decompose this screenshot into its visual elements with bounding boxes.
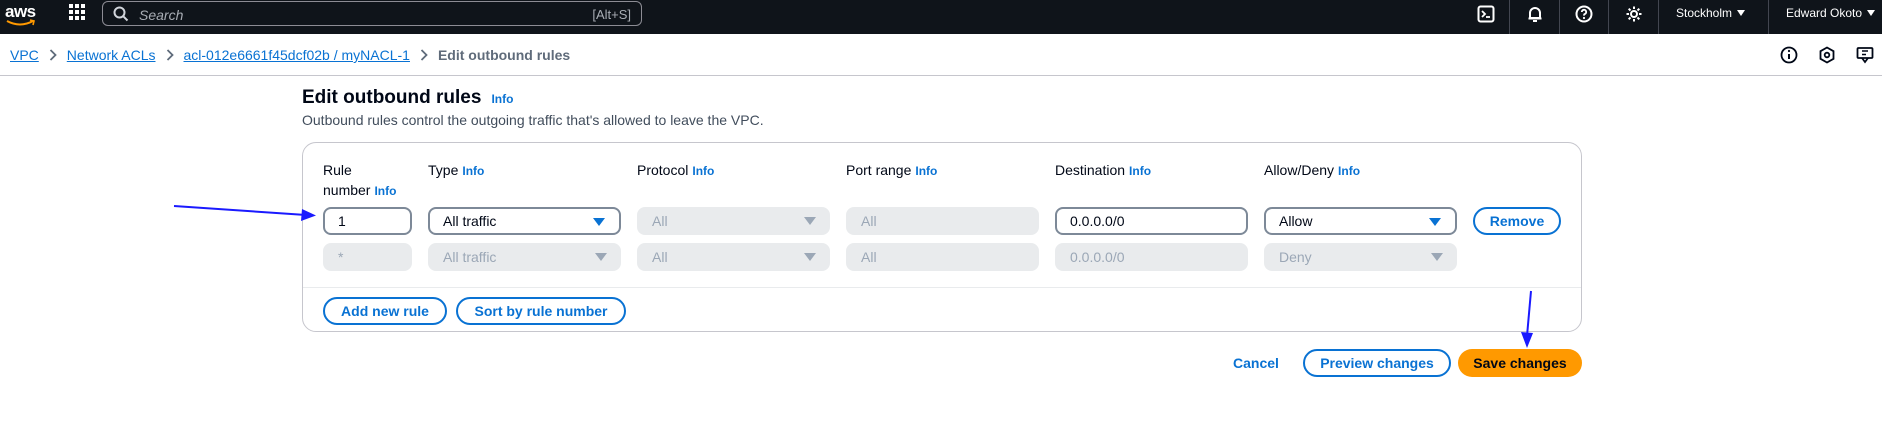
panel-divider: [303, 287, 1581, 288]
cancel-button[interactable]: Cancel: [1233, 355, 1279, 371]
default-type-select: All traffic: [428, 243, 621, 271]
allow-deny-select[interactable]: Allow: [1264, 207, 1457, 235]
region-selector[interactable]: Stockholm: [1676, 6, 1746, 20]
breadcrumb-network-acls[interactable]: Network ACLs: [67, 47, 156, 63]
protocol-select: All: [637, 207, 830, 235]
cloudshell-icon[interactable]: [1476, 4, 1496, 24]
destination-info-link[interactable]: Info: [1129, 164, 1151, 178]
header-allow-deny: Allow/Deny Info: [1264, 162, 1361, 178]
chevron-down-icon: [1867, 10, 1876, 16]
page-title-text: Edit outbound rules: [302, 87, 482, 108]
account-menu[interactable]: Edward Okoto: [1786, 6, 1876, 20]
save-changes-button[interactable]: Save changes: [1458, 349, 1582, 377]
default-allow-deny-select: Deny: [1264, 243, 1457, 271]
services-menu-icon[interactable]: [69, 4, 85, 20]
settings-gear-icon[interactable]: [1624, 4, 1644, 24]
breadcrumb: VPC Network ACLs acl-012e6661f45dcf02b /…: [10, 47, 570, 63]
notifications-bell-icon[interactable]: [1525, 4, 1545, 24]
rule-number-input[interactable]: 1: [323, 207, 412, 235]
port-range-input: All: [846, 207, 1039, 235]
caret-down-icon: [595, 253, 607, 261]
top-navigation: aws Search [Alt+S] Stockholm Edward Okot…: [0, 0, 1882, 34]
header-rule-number: Rule number Info: [323, 162, 397, 198]
header-type: Type Info: [428, 162, 485, 178]
caret-down-icon: [1431, 253, 1443, 261]
header-port-range: Port range Info: [846, 162, 938, 178]
breadcrumb-current: Edit outbound rules: [437, 47, 571, 63]
destination-input[interactable]: 0.0.0.0/0: [1055, 207, 1248, 235]
chevron-down-icon: [1737, 10, 1746, 16]
add-new-rule-button[interactable]: Add new rule: [323, 297, 447, 325]
header-destination: Destination Info: [1055, 162, 1152, 178]
rule-number-info-link[interactable]: Info: [374, 184, 396, 198]
feedback-icon[interactable]: [1856, 46, 1874, 64]
breadcrumb-bar: VPC Network ACLs acl-012e6661f45dcf02b /…: [0, 34, 1882, 76]
caret-down-icon: [1429, 218, 1441, 226]
caret-down-icon: [804, 217, 816, 225]
aws-logo[interactable]: aws: [5, 3, 39, 29]
search-input[interactable]: Search [Alt+S]: [102, 1, 642, 26]
sort-by-rule-number-button[interactable]: Sort by rule number: [456, 297, 626, 325]
account-user-name: Edward Okoto: [1786, 6, 1863, 20]
rules-panel: Rule number Info Type Info Protocol Info Po…: [302, 142, 1582, 332]
info-panel-icon[interactable]: [1780, 46, 1798, 64]
header-protocol: Protocol Info: [637, 162, 715, 178]
default-destination: 0.0.0.0/0: [1055, 243, 1248, 271]
search-placeholder: Search: [139, 7, 184, 23]
chevron-right-icon: [49, 49, 57, 61]
aws-logo-text: aws: [5, 2, 36, 21]
default-rule-number: *: [323, 243, 412, 271]
remove-rule-button[interactable]: Remove: [1473, 207, 1561, 235]
search-icon: [113, 6, 129, 22]
page-description: Outbound rules control the outgoing traf…: [302, 112, 764, 128]
caret-down-icon: [804, 253, 816, 261]
caret-down-icon: [593, 218, 605, 226]
breadcrumb-vpc[interactable]: VPC: [10, 47, 39, 63]
default-protocol-select: All: [637, 243, 830, 271]
title-info-link[interactable]: Info: [491, 92, 513, 106]
annotation-arrow-right-icon: [173, 205, 316, 221]
aws-smile-icon: [6, 19, 35, 26]
allow-deny-info-link[interactable]: Info: [1338, 164, 1360, 178]
protocol-info-link[interactable]: Info: [692, 164, 714, 178]
help-icon[interactable]: [1574, 4, 1594, 24]
chevron-right-icon: [420, 49, 428, 61]
settings-hex-icon[interactable]: [1818, 46, 1836, 64]
search-shortcut: [Alt+S]: [592, 7, 631, 22]
page-title: Edit outbound rules Info: [302, 87, 513, 109]
port-range-info-link[interactable]: Info: [915, 164, 937, 178]
default-port-range: All: [846, 243, 1039, 271]
type-select[interactable]: All traffic: [428, 207, 621, 235]
type-info-link[interactable]: Info: [462, 164, 484, 178]
chevron-right-icon: [166, 49, 174, 61]
preview-changes-button[interactable]: Preview changes: [1303, 349, 1451, 377]
breadcrumb-acl[interactable]: acl-012e6661f45dcf02b / myNACL-1: [184, 47, 410, 63]
region-label: Stockholm: [1676, 6, 1733, 20]
